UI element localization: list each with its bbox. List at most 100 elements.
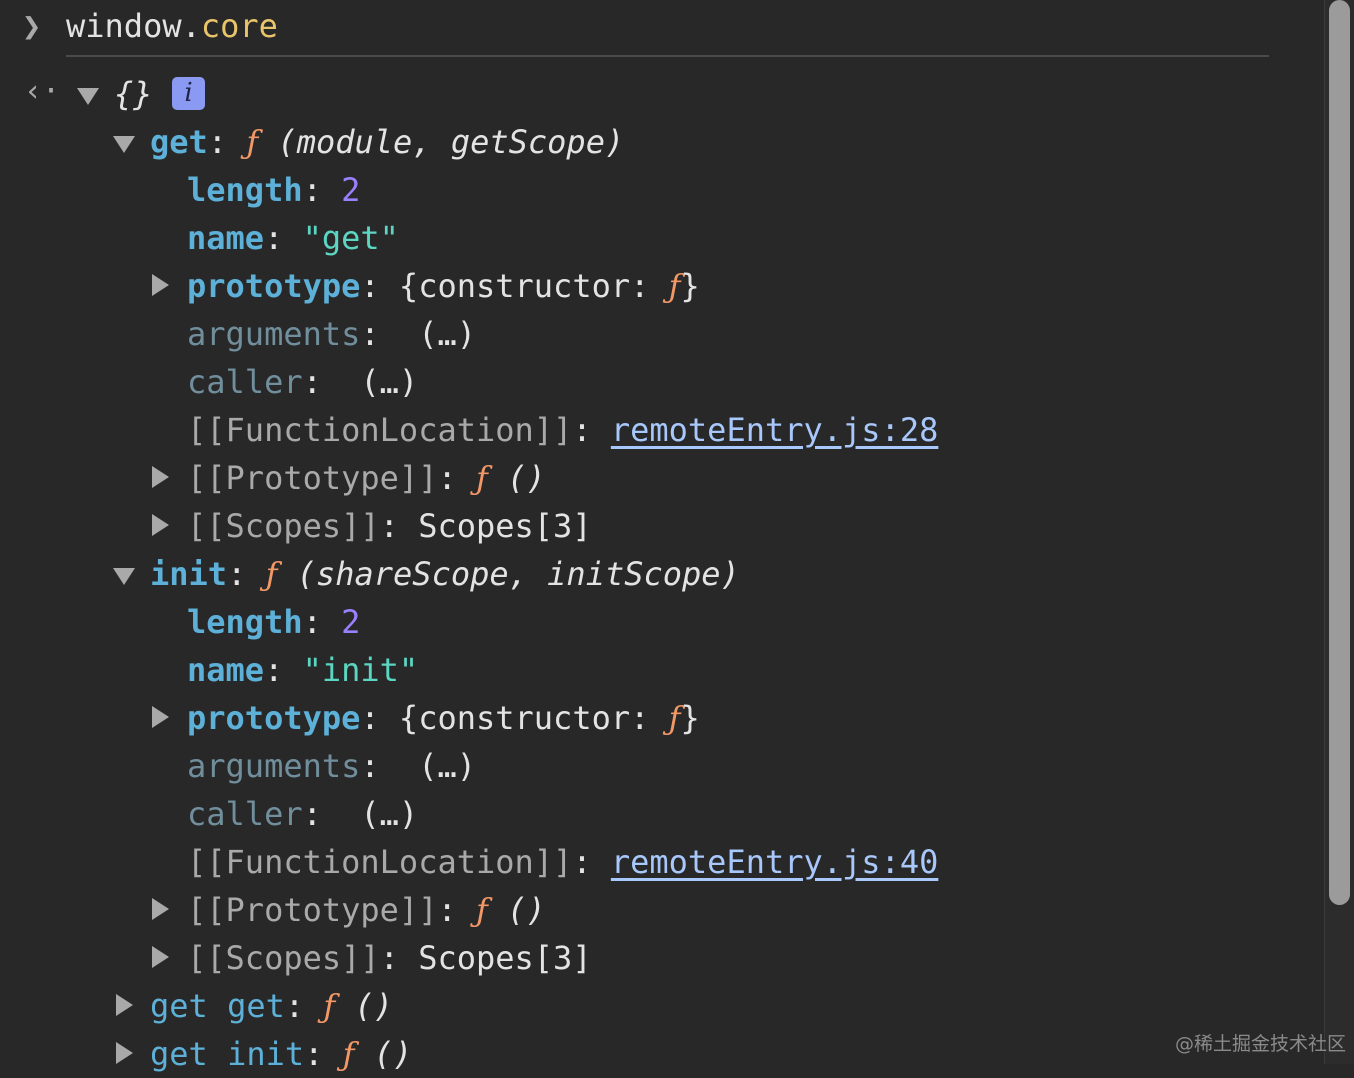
- colon: :: [379, 507, 399, 545]
- internal-prototype-key: [[Prototype]]: [187, 891, 438, 929]
- caller-value[interactable]: (…): [360, 363, 418, 401]
- length-value: 2: [341, 171, 361, 209]
- init-function-location-row: [[FunctionLocation]]: remoteEntry.js:40: [187, 838, 938, 886]
- caller-key: caller: [187, 363, 303, 401]
- length-key: length: [187, 603, 303, 641]
- function-keyword: ƒ: [668, 267, 681, 305]
- watermark: @稀土掘金技术社区: [1174, 1033, 1346, 1055]
- function-keyword: ƒ: [323, 987, 336, 1025]
- prototype-value: {constructor:: [398, 267, 669, 305]
- init-internal-prototype-expand-icon[interactable]: [152, 898, 169, 920]
- getter-init-expand-icon[interactable]: [116, 1042, 133, 1064]
- prototype-close: }: [680, 267, 700, 305]
- arguments-value[interactable]: (…): [418, 747, 476, 785]
- getter-get-signature: (): [354, 987, 394, 1025]
- arguments-key: arguments: [187, 315, 361, 353]
- colon: :: [284, 987, 305, 1025]
- get-function-location-row: [[FunctionLocation]]: remoteEntry.js:28: [187, 406, 938, 454]
- get-source-link[interactable]: remoteEntry.js:28: [611, 411, 939, 449]
- get-internal-prototype-row[interactable]: [[Prototype]]: ƒ (): [187, 454, 546, 502]
- colon: :: [302, 603, 322, 641]
- get-length-row: length: 2: [187, 166, 360, 214]
- init-function-row[interactable]: init: ƒ (shareScope, initScope): [150, 550, 740, 598]
- name-key: name: [187, 219, 265, 257]
- init-key: init: [150, 555, 228, 593]
- root-object-label: {}: [114, 75, 153, 113]
- get-scopes-row[interactable]: [[Scopes]]: Scopes[3]: [187, 502, 592, 550]
- console-prompt-chevron-icon: ❯: [22, 7, 42, 45]
- get-prototype-expand-icon[interactable]: [152, 274, 169, 296]
- get-function-row[interactable]: get: ƒ (module, getScope): [150, 118, 624, 166]
- arguments-key: arguments: [187, 747, 361, 785]
- name-value: "get": [302, 219, 399, 257]
- scopes-key: [[Scopes]]: [187, 939, 380, 977]
- colon: :: [360, 699, 380, 737]
- init-source-link[interactable]: remoteEntry.js:40: [611, 843, 939, 881]
- init-expand-toggle-icon[interactable]: [113, 568, 135, 585]
- colon: :: [572, 843, 592, 881]
- getter-get-row[interactable]: get get: ƒ (): [150, 982, 393, 1030]
- colon: :: [379, 939, 399, 977]
- internal-prototype-key: [[Prototype]]: [187, 459, 438, 497]
- length-key: length: [187, 171, 303, 209]
- console-command[interactable]: window.core: [66, 2, 278, 50]
- command-dot: .: [181, 7, 201, 45]
- get-expand-toggle-icon[interactable]: [113, 136, 135, 153]
- result-return-arrow-icon: ‹·: [24, 74, 61, 109]
- function-keyword: ƒ: [475, 891, 488, 929]
- colon: :: [437, 891, 457, 929]
- init-prototype-row[interactable]: prototype: {constructor: ƒ}: [187, 694, 700, 742]
- colon: :: [264, 219, 284, 257]
- function-location-key: [[FunctionLocation]]: [187, 843, 573, 881]
- colon: :: [302, 171, 322, 209]
- command-prop: core: [200, 7, 278, 45]
- name-value: "init": [302, 651, 419, 689]
- init-signature: (shareScope, initScope): [296, 555, 740, 593]
- get-prototype-row[interactable]: prototype: {constructor: ƒ}: [187, 262, 700, 310]
- function-keyword: ƒ: [475, 459, 488, 497]
- command-separator: [66, 55, 1269, 57]
- colon: :: [302, 795, 322, 833]
- get-arguments-row[interactable]: arguments: (…): [187, 310, 476, 358]
- get-key: get: [150, 123, 208, 161]
- scrollbar-thumb[interactable]: [1329, 0, 1350, 905]
- colon: :: [360, 267, 380, 305]
- get-caller-row[interactable]: caller: (…): [187, 358, 418, 406]
- arguments-value[interactable]: (…): [418, 315, 476, 353]
- init-internal-prototype-row[interactable]: [[Prototype]]: ƒ (): [187, 886, 546, 934]
- name-key: name: [187, 651, 265, 689]
- prototype-close: }: [680, 699, 700, 737]
- getter-init-row[interactable]: get init: ƒ (): [150, 1030, 412, 1078]
- colon: :: [360, 315, 380, 353]
- scopes-value: Scopes[3]: [418, 507, 592, 545]
- get-internal-prototype-expand-icon[interactable]: [152, 466, 169, 488]
- scopes-key: [[Scopes]]: [187, 507, 380, 545]
- getter-init-key: get init: [150, 1035, 305, 1073]
- caller-value[interactable]: (…): [360, 795, 418, 833]
- init-scopes-row[interactable]: [[Scopes]]: Scopes[3]: [187, 934, 592, 982]
- getter-get-key: get get: [150, 987, 285, 1025]
- function-keyword: ƒ: [246, 123, 259, 161]
- getter-get-expand-icon[interactable]: [116, 994, 133, 1016]
- getter-init-signature: (): [373, 1035, 413, 1073]
- init-name-row: name: "init": [187, 646, 418, 694]
- init-prototype-expand-icon[interactable]: [152, 706, 169, 728]
- get-signature: (module, getScope): [277, 123, 625, 161]
- root-expand-toggle-icon[interactable]: [77, 88, 99, 105]
- prototype-key: prototype: [187, 267, 361, 305]
- init-length-row: length: 2: [187, 598, 360, 646]
- internal-prototype-signature: (): [507, 459, 546, 497]
- prototype-value: {constructor:: [398, 699, 669, 737]
- colon: :: [437, 459, 457, 497]
- colon: :: [572, 411, 592, 449]
- function-keyword: ƒ: [265, 555, 278, 593]
- colon: :: [227, 555, 247, 593]
- get-scopes-expand-icon[interactable]: [152, 514, 169, 536]
- init-caller-row[interactable]: caller: (…): [187, 790, 418, 838]
- scopes-value: Scopes[3]: [418, 939, 592, 977]
- init-arguments-row[interactable]: arguments: (…): [187, 742, 476, 790]
- init-scopes-expand-icon[interactable]: [152, 946, 169, 968]
- colon: :: [302, 363, 322, 401]
- info-icon[interactable]: i: [172, 77, 205, 110]
- colon: :: [264, 651, 284, 689]
